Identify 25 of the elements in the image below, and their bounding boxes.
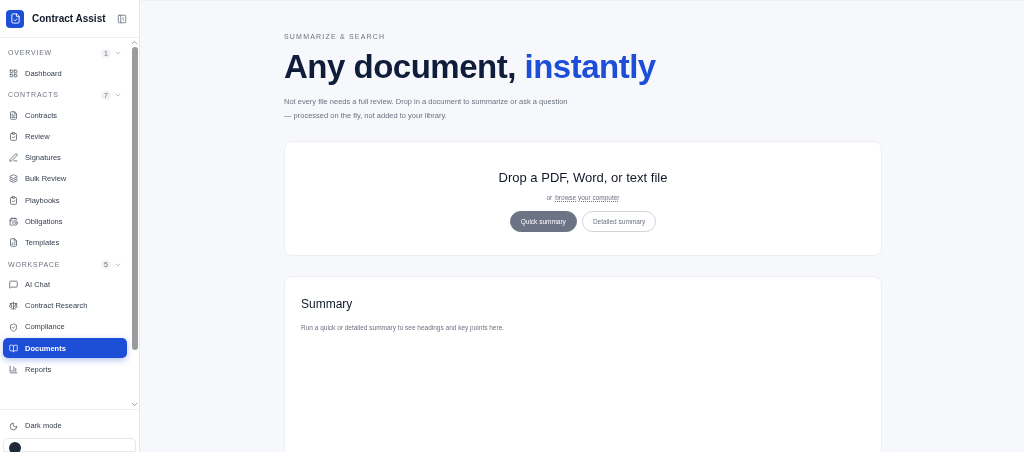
chevron-icon[interactable]: [114, 49, 122, 57]
dropzone-title: Drop a PDF, Word, or text file: [498, 169, 668, 187]
clipboard-check-icon: [9, 132, 18, 142]
layers-icon: [9, 174, 18, 184]
bar-chart-icon: [9, 364, 18, 374]
scroll-up-icon[interactable]: [130, 38, 139, 47]
summary-title: Summary: [301, 296, 354, 313]
moon-icon: [9, 421, 18, 431]
pen-icon: [9, 153, 18, 163]
scroll-down-icon[interactable]: [130, 400, 139, 409]
document-icon: [9, 110, 18, 120]
grid-icon: [9, 68, 18, 78]
calendar-clock-icon: [9, 216, 18, 226]
clipboard-check-icon: [9, 195, 18, 205]
app-name: Contract Assist: [32, 12, 107, 26]
book-icon: [9, 343, 18, 353]
chat-bubble-icon: [9, 280, 18, 290]
shield-check-icon: [9, 322, 18, 332]
page-title: Any document, instantly: [284, 47, 657, 87]
logo-icon: [6, 9, 24, 28]
spreadsheet-icon: [9, 238, 18, 247]
scale-icon: [9, 301, 18, 311]
collapse-sidebar-icon[interactable]: [117, 13, 127, 24]
avatar[interactable]: [9, 442, 21, 452]
scrollbar[interactable]: [130, 38, 139, 409]
